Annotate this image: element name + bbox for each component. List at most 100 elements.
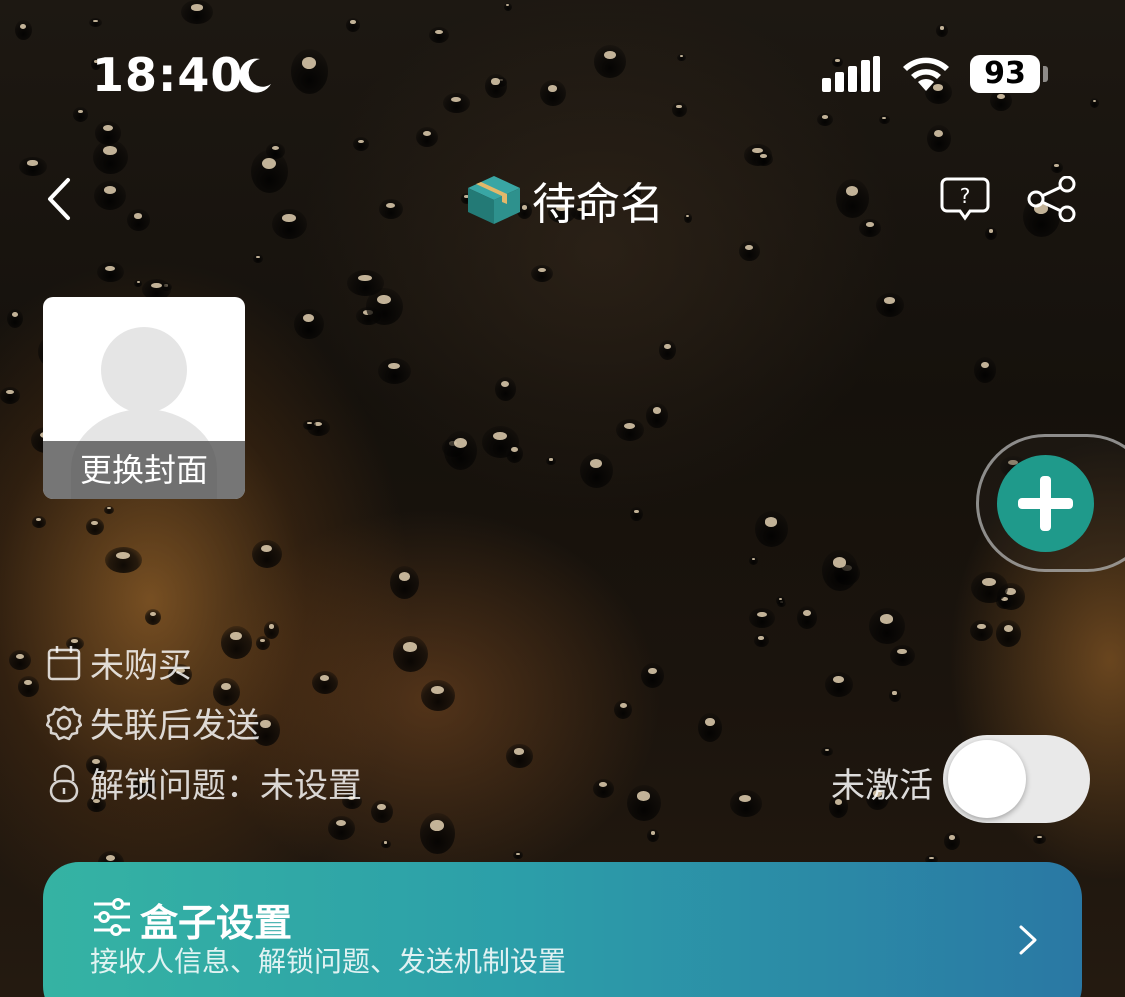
raindrop (73, 107, 89, 122)
raindrop (749, 608, 775, 628)
raindrop (104, 506, 115, 514)
raindrop (421, 680, 455, 711)
raindrop (927, 125, 952, 152)
raindrop (659, 340, 677, 360)
gear-icon (46, 705, 82, 740)
raindrop (990, 90, 1012, 112)
raindrop (89, 18, 103, 28)
unlock-question-row: 解锁问题：未设置 (46, 758, 362, 807)
purchase-status-row: 未购买 (46, 638, 192, 687)
raindrop (291, 49, 329, 94)
raindrop (936, 24, 948, 37)
purchase-status-text: 未购买 (90, 646, 192, 686)
signal-icon (822, 56, 880, 92)
raindrop (630, 507, 644, 522)
raindrop (105, 547, 143, 574)
raindrop (416, 127, 439, 148)
raindrop (677, 54, 686, 62)
raindrop (817, 113, 833, 126)
raindrop (889, 689, 901, 702)
raindrop (974, 357, 996, 383)
raindrop (754, 634, 769, 647)
battery-nub (1043, 66, 1048, 82)
battery-indicator: 93 (970, 55, 1040, 93)
raindrop (95, 121, 122, 145)
raindrop (378, 358, 411, 384)
raindrop (594, 45, 627, 78)
calendar-icon (47, 645, 81, 680)
page-title: 待命名 (532, 179, 664, 230)
raindrop (985, 227, 997, 240)
raindrop (86, 518, 104, 535)
raindrop (970, 620, 994, 642)
send-mode-text: 失联后发送 (90, 706, 260, 746)
raindrop (7, 309, 23, 328)
svg-text:?: ? (960, 184, 971, 208)
raindrop (485, 74, 507, 99)
raindrop (19, 157, 47, 177)
raindrop (15, 20, 32, 41)
raindrop (312, 671, 338, 695)
raindrop (876, 293, 905, 317)
raindrop (252, 540, 282, 569)
raindrop (32, 516, 46, 528)
raindrop (97, 262, 124, 282)
raindrop (739, 241, 760, 262)
back-arrow-icon[interactable] (40, 176, 80, 222)
raindrop (755, 152, 774, 166)
raindrop (506, 744, 533, 769)
raindrop (944, 832, 961, 850)
raindrop (593, 779, 615, 798)
raindrop (253, 254, 263, 263)
screen: 18:40 93 待命名 ? 更换封面 未购买 失联后发送 解锁问题：未设置 未… (0, 0, 1125, 997)
raindrop (531, 265, 553, 282)
raindrop (971, 572, 1008, 604)
raindrop (797, 606, 817, 629)
raindrop (672, 102, 687, 117)
box-icon (468, 176, 520, 224)
raindrop (272, 209, 307, 240)
raindrop (371, 800, 393, 823)
moon-icon (239, 58, 271, 93)
raindrop (859, 219, 881, 238)
unlock-question-text: 解锁问题：未设置 (90, 766, 362, 806)
raindrop (822, 550, 858, 591)
activation-toggle-knob[interactable] (948, 740, 1026, 818)
raindrop (504, 3, 512, 11)
raindrop (698, 713, 723, 743)
raindrop (294, 309, 324, 340)
raindrop (145, 609, 162, 626)
raindrop (221, 626, 253, 659)
share-icon[interactable] (1026, 176, 1078, 222)
add-button[interactable] (997, 455, 1094, 552)
change-cover-button[interactable]: 更换封面 (43, 441, 245, 499)
raindrop (1033, 834, 1047, 844)
raindrop (580, 453, 613, 489)
raindrop (443, 93, 470, 113)
help-icon[interactable]: ? (940, 176, 990, 222)
raindrop (730, 790, 762, 817)
raindrop (347, 270, 384, 296)
raindrop (444, 431, 478, 471)
raindrop (393, 636, 428, 672)
raindrop (1090, 98, 1100, 109)
raindrop (684, 213, 693, 223)
raindrop (266, 143, 285, 159)
raindrop (9, 650, 32, 671)
raindrop (755, 511, 789, 547)
raindrop (614, 700, 633, 720)
raindrop (181, 0, 213, 25)
raindrop (776, 596, 785, 605)
cover-image[interactable]: 更换封面 (43, 297, 245, 499)
wifi-icon (903, 57, 949, 91)
raindrop (546, 457, 556, 465)
activation-label: 未激活 (831, 766, 933, 806)
raindrop (749, 556, 759, 565)
raindrop (328, 816, 355, 840)
raindrop (540, 80, 566, 107)
raindrop (641, 663, 665, 688)
lock-icon (49, 764, 79, 802)
chevron-right-icon (1019, 925, 1037, 955)
send-mode-row: 失联后发送 (46, 698, 260, 747)
raindrop (821, 747, 833, 756)
